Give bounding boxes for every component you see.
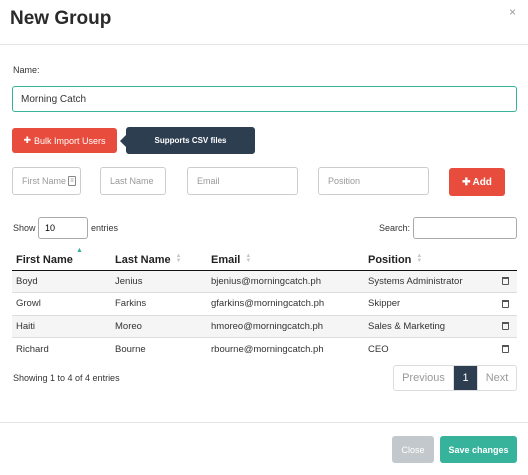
cell-position: CEO (364, 337, 489, 360)
column-header-actions (489, 243, 517, 271)
plus-icon: ✚ (462, 176, 471, 188)
position-input[interactable] (318, 167, 429, 195)
page-1-button[interactable]: 1 (454, 366, 478, 390)
add-label: Add (472, 176, 492, 188)
cell-last-name: Bourne (111, 337, 207, 360)
table-row: Boyd Jenius bjenius@morningcatch.ph Syst… (12, 269, 517, 293)
cell-last-name: Moreo (111, 314, 207, 338)
previous-page-button[interactable]: Previous (394, 366, 454, 390)
trash-icon (501, 344, 509, 353)
delete-row-button[interactable] (489, 269, 517, 293)
cell-first-name: Haiti (12, 314, 111, 338)
cell-first-name: Growl (12, 292, 111, 315)
save-changes-button[interactable]: Save changes (440, 436, 517, 463)
add-user-button[interactable]: ✚ Add (449, 168, 505, 196)
sort-icon: ▲ ▼ (416, 252, 423, 264)
cell-email: hmoreo@morningcatch.ph (207, 314, 364, 338)
column-header-last-name[interactable]: Last Name ▲ ▼ (111, 243, 207, 271)
cell-first-name: Boyd (12, 269, 111, 293)
entries-label: entries (91, 223, 119, 233)
sort-icon: ▲ ▼ (245, 252, 252, 264)
column-header-email[interactable]: Email ▲ ▼ (207, 243, 364, 271)
pagination: Previous 1 Next (393, 365, 517, 391)
bulk-import-users-button[interactable]: ✚ Bulk Import Users (12, 128, 117, 153)
table-info: Showing 1 to 4 of 4 entries (13, 373, 120, 383)
search-input[interactable] (413, 217, 517, 239)
contact-card-icon[interactable]: ≡ (68, 176, 76, 186)
cell-position: Sales & Marketing (364, 314, 489, 338)
column-header-first-name[interactable]: ▲ First Name (12, 243, 111, 271)
trash-icon (501, 299, 509, 308)
entries-length-input[interactable] (38, 217, 88, 239)
close-button[interactable]: Close (392, 436, 434, 463)
cell-last-name: Jenius (111, 269, 207, 293)
cell-email: bjenius@morningcatch.ph (207, 269, 364, 293)
users-table: ▲ First Name Last Name ▲ ▼ Email ▲ ▼ Positio… (12, 243, 517, 360)
modal-title: New Group (10, 8, 112, 29)
trash-icon (501, 322, 509, 331)
search-label: Search: (379, 223, 411, 233)
cell-first-name: Richard (12, 337, 111, 360)
modal-header: New Group × (0, 0, 528, 45)
trash-icon (501, 277, 509, 286)
sort-icon: ▲ ▼ (175, 252, 182, 264)
table-row: Haiti Moreo hmoreo@morningcatch.ph Sales… (12, 314, 517, 338)
name-label: Name: (13, 65, 40, 75)
bulk-import-label: Bulk Import Users (34, 135, 106, 146)
cell-last-name: Farkins (111, 292, 207, 315)
delete-row-button[interactable] (489, 292, 517, 315)
cell-position: Systems Administrator (364, 269, 489, 293)
cell-email: gfarkins@morningcatch.ph (207, 292, 364, 315)
cell-position: Skipper (364, 292, 489, 315)
delete-row-button[interactable] (489, 337, 517, 360)
csv-tooltip: Supports CSV files (126, 127, 255, 154)
table-row: Richard Bourne rbourne@morningcatch.ph C… (12, 337, 517, 360)
table-row: Growl Farkins gfarkins@morningcatch.ph S… (12, 292, 517, 315)
last-name-input[interactable] (100, 167, 166, 195)
show-label: Show (13, 223, 36, 233)
sort-ascending-icon: ▲ (76, 247, 83, 254)
email-input[interactable] (187, 167, 298, 195)
plus-icon: ✚ (23, 135, 31, 145)
column-header-position[interactable]: Position ▲ ▼ (364, 243, 489, 271)
delete-row-button[interactable] (489, 314, 517, 338)
group-name-input[interactable] (12, 86, 517, 112)
cell-email: rbourne@morningcatch.ph (207, 337, 364, 360)
next-page-button[interactable]: Next (478, 366, 516, 390)
close-icon[interactable]: × (509, 5, 516, 19)
